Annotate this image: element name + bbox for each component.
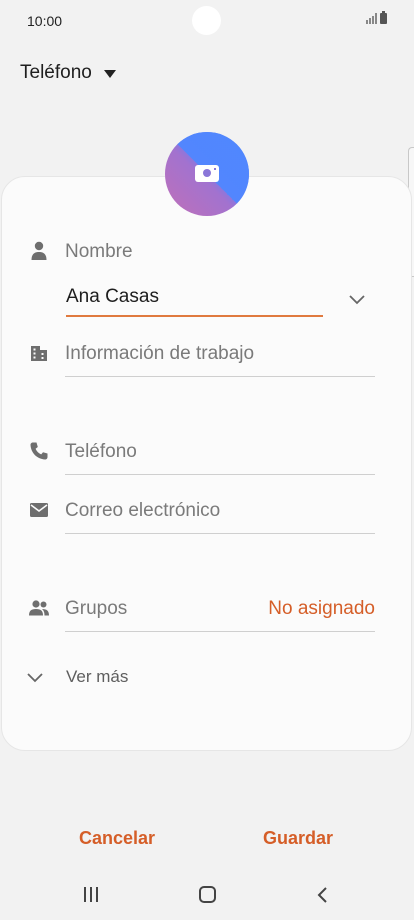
caret-down-icon <box>103 69 116 78</box>
chevron-down-icon <box>349 295 365 305</box>
groups-selector[interactable]: No asignado <box>268 598 375 620</box>
name-input[interactable]: Ana Casas <box>66 286 159 308</box>
expand-name-button[interactable] <box>346 288 368 310</box>
show-more-label: Ver más <box>66 667 129 686</box>
group-icon <box>27 596 51 620</box>
building-icon <box>27 341 51 365</box>
cancel-button[interactable]: Cancelar <box>79 828 155 849</box>
status-bar: 10:00 <box>0 0 414 42</box>
back-button[interactable] <box>314 885 332 905</box>
recent-apps-button[interactable] <box>84 887 98 902</box>
phone-icon <box>27 439 51 463</box>
back-icon <box>317 887 327 903</box>
home-button[interactable] <box>199 886 216 903</box>
person-icon <box>27 239 51 263</box>
contact-form-card <box>1 176 412 751</box>
phone-field[interactable]: Teléfono <box>65 441 137 463</box>
email-icon <box>27 498 51 522</box>
battery-icon <box>380 11 387 24</box>
chevron-down-icon <box>27 673 43 683</box>
work-info-field[interactable]: Información de trabajo <box>65 343 254 365</box>
account-label: Teléfono <box>20 62 92 83</box>
show-more-button[interactable]: Ver más <box>24 666 128 688</box>
phone-underline <box>65 474 375 475</box>
save-button[interactable]: Guardar <box>263 828 333 849</box>
groups-label: Grupos <box>65 598 128 619</box>
account-selector[interactable]: Teléfono <box>20 62 116 84</box>
groups-underline <box>65 631 375 632</box>
email-field[interactable]: Correo electrónico <box>65 500 220 522</box>
email-underline <box>65 533 375 534</box>
add-photo-button[interactable] <box>165 132 249 216</box>
name-input-underline <box>66 315 323 317</box>
front-camera-cutout <box>192 6 221 35</box>
camera-icon <box>195 165 219 182</box>
status-time: 10:00 <box>27 13 63 29</box>
navigation-bar <box>0 870 414 920</box>
name-label: Nombre <box>65 241 133 262</box>
work-info-underline <box>65 376 375 377</box>
status-icons <box>366 11 387 24</box>
signal-icon <box>366 13 377 24</box>
